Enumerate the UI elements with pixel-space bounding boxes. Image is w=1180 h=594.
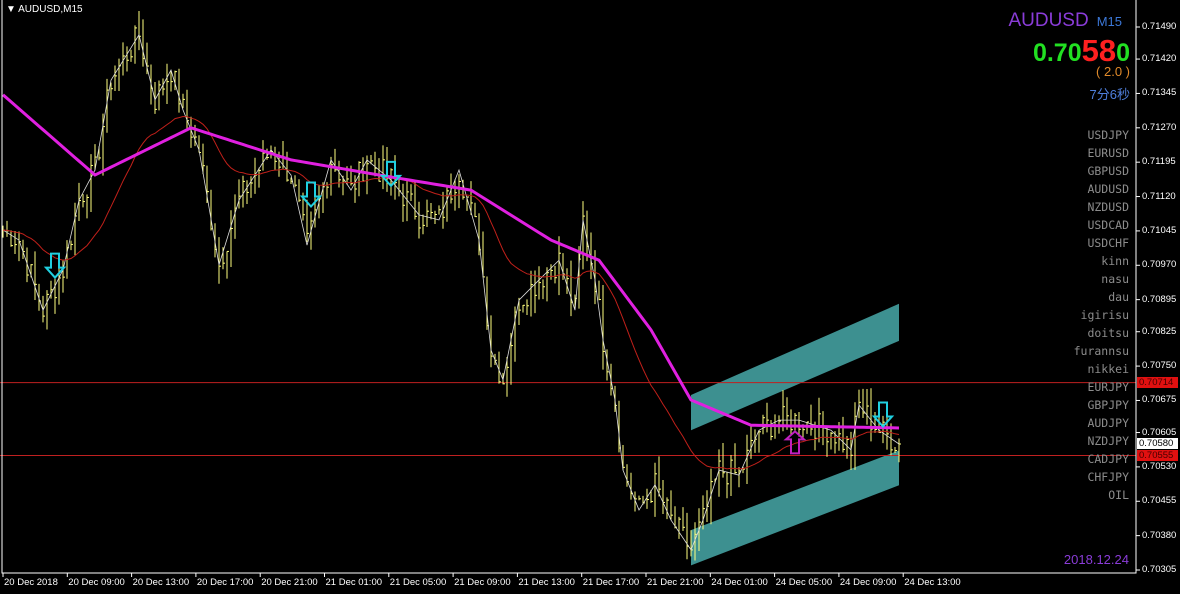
x-tick-label: 20 Dec 2018: [4, 577, 58, 588]
fast-moving-average: [2, 115, 900, 470]
symbol-display: AUDUSD M15: [1008, 10, 1122, 32]
x-tick-label: 20 Dec 17:00: [196, 577, 254, 588]
watchlist-symbol[interactable]: CHFJPY: [1074, 468, 1129, 486]
watchlist-symbol[interactable]: EURJPY: [1074, 378, 1129, 396]
y-tick-label: 0.71195: [1142, 156, 1176, 168]
zigzag-line: [2, 33, 900, 551]
y-tick-label: 0.71345: [1142, 87, 1177, 99]
chart-frame: [1, 0, 1137, 574]
x-tick-label: 24 Dec 01:00: [711, 577, 768, 588]
watchlist-symbol[interactable]: kinn: [1074, 252, 1129, 270]
y-tick-label: 0.70305: [1142, 564, 1177, 575]
x-tick-label: 21 Dec 05:00: [389, 577, 447, 588]
watchlist-symbol[interactable]: OIL: [1074, 486, 1129, 504]
y-tick-label: 0.70750: [1142, 360, 1177, 372]
watchlist-symbol[interactable]: dau: [1074, 288, 1129, 306]
watchlist-symbol[interactable]: igirisu: [1074, 306, 1129, 324]
x-tick-label: 21 Dec 17:00: [582, 577, 640, 588]
y-tick-label: 0.70895: [1142, 293, 1177, 305]
price-chart[interactable]: [0, 0, 1180, 594]
watchlist-symbol[interactable]: nasu: [1074, 270, 1129, 288]
y-tick-label: 0.70825: [1142, 325, 1177, 337]
chart-title: ▼ AUDUSD,M15: [6, 4, 83, 15]
y-tick-label: 0.70380: [1142, 529, 1177, 541]
watchlist-symbol[interactable]: doitsu: [1074, 324, 1129, 342]
current-price-label: 0.70580: [1137, 438, 1178, 449]
watchlist-symbol[interactable]: AUDUSD: [1074, 180, 1129, 198]
watchlist-symbol[interactable]: NZDUSD: [1074, 198, 1129, 216]
y-tick-label: 0.70455: [1142, 495, 1177, 507]
x-tick-label: 24 Dec 05:00: [775, 577, 833, 588]
watchlist-symbol[interactable]: furannsu: [1074, 342, 1129, 360]
x-tick-label: 21 Dec 01:00: [325, 577, 383, 588]
x-tick-label: 21 Dec 13:00: [518, 577, 575, 588]
y-tick-label: 0.70605: [1142, 426, 1177, 438]
watchlist-symbol[interactable]: AUDJPY: [1074, 414, 1129, 432]
y-tick-label: 0.70530: [1142, 460, 1177, 472]
y-tick-label: 0.71420: [1142, 53, 1177, 65]
symbol-timeframe: AUDUSD,M15: [18, 4, 83, 15]
y-tick-label: 0.71045: [1142, 224, 1177, 236]
watchlist-symbol[interactable]: GBPUSD: [1074, 162, 1129, 180]
watchlist-symbol[interactable]: nikkei: [1074, 360, 1129, 378]
y-tick-label: 0.71120: [1142, 190, 1176, 202]
y-tick-label: 0.70675: [1142, 394, 1177, 406]
symbol-watchlist: USDJPY EURUSD GBPUSD AUDUSD NZDUSD USDCAD USDC…: [1074, 126, 1129, 504]
watchlist-symbol[interactable]: EURUSD: [1074, 144, 1129, 162]
bid-prefix: 0.70: [1032, 39, 1082, 67]
bid-suffix: 0: [1116, 39, 1130, 67]
watchlist-symbol[interactable]: CADJPY: [1074, 450, 1129, 468]
x-tick-label: 24 Dec 13:00: [904, 577, 961, 588]
hline-price-label: 0.70714: [1137, 377, 1178, 388]
x-tick-label: 21 Dec 21:00: [647, 577, 704, 588]
watchlist-symbol[interactable]: USDJPY: [1074, 126, 1129, 144]
timeframe-label: M15: [1096, 14, 1122, 29]
watchlist-symbol[interactable]: USDCHF: [1074, 234, 1129, 252]
watchlist-symbol[interactable]: USDCAD: [1074, 216, 1129, 234]
candle-timer: 7分6秒: [1089, 87, 1130, 102]
x-tick-label: 21 Dec 09:00: [454, 577, 511, 588]
spread-label: ( 2.0 ): [1096, 64, 1130, 79]
bid-pips: 58: [1081, 33, 1117, 68]
y-tick-label: 0.71490: [1142, 21, 1177, 32]
y-tick-label: 0.70970: [1142, 259, 1177, 271]
x-tick-label: 24 Dec 09:00: [839, 577, 897, 588]
x-tick-label: 20 Dec 13:00: [132, 577, 190, 588]
watchlist-symbol[interactable]: NZDJPY: [1074, 432, 1129, 450]
x-tick-label: 20 Dec 21:00: [261, 577, 318, 588]
date-label: 2018.12.24: [1063, 552, 1129, 567]
sell-arrow-icon: [299, 181, 323, 209]
y-tick-label: 0.71270: [1142, 121, 1177, 133]
hline-price-label: 0.70555: [1137, 450, 1178, 461]
watchlist-symbol[interactable]: GBPJPY: [1074, 396, 1129, 414]
x-tick-label: 20 Dec 09:00: [68, 577, 125, 588]
symbol-name: AUDUSD: [1008, 10, 1089, 31]
trend-channel: [691, 303, 899, 431]
